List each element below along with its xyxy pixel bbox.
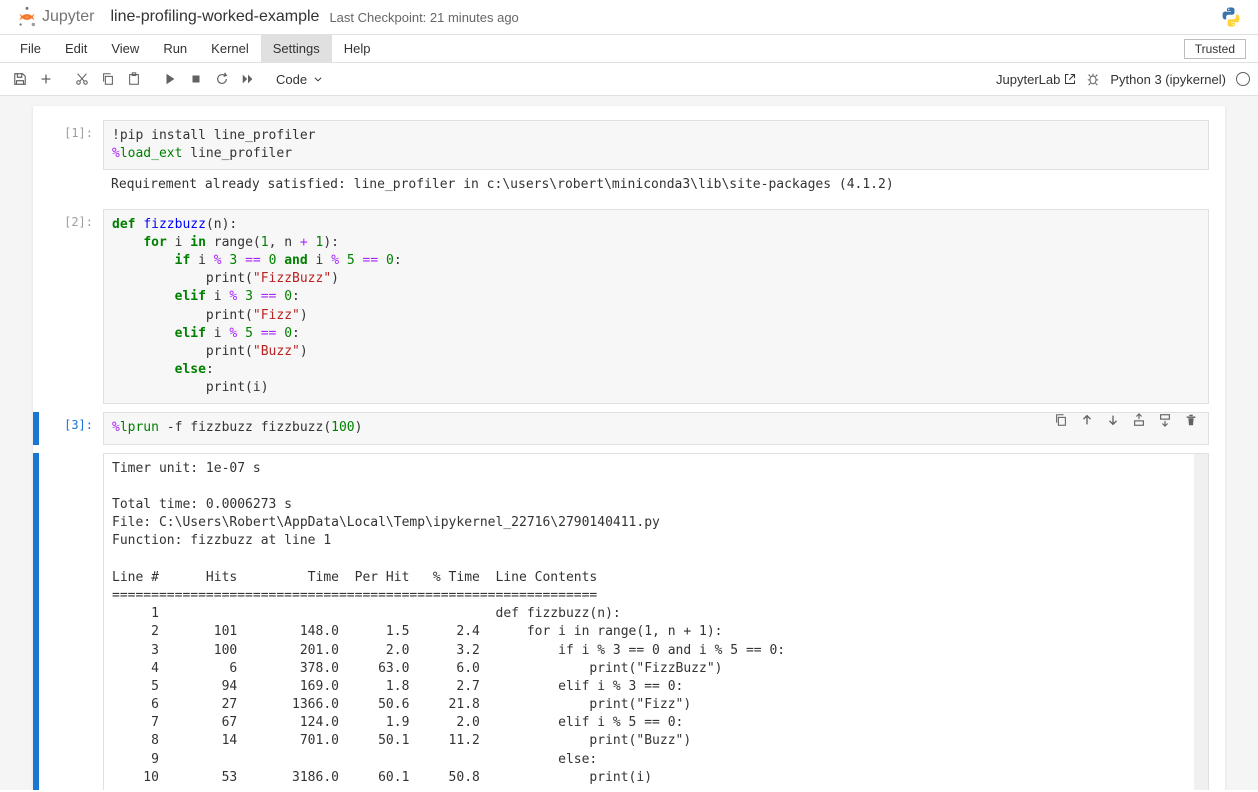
celltype-label: Code bbox=[276, 72, 307, 87]
insert-cell-button[interactable] bbox=[34, 67, 58, 91]
logo-text: Jupyter bbox=[42, 8, 94, 26]
output-wrapper: Timer unit: 1e-07 s Total time: 0.000627… bbox=[103, 453, 1209, 790]
menu-help[interactable]: Help bbox=[332, 35, 383, 62]
cell-prompt: [1]: bbox=[39, 120, 103, 201]
cell-output: Requirement already satisfied: line_prof… bbox=[103, 170, 1209, 200]
cell-input[interactable]: !pip install line_profiler %load_ext lin… bbox=[103, 120, 1209, 170]
external-link-icon bbox=[1064, 73, 1076, 85]
debug-icon[interactable] bbox=[1086, 72, 1100, 86]
notebook: [1]:!pip install line_profiler %load_ext… bbox=[33, 106, 1225, 790]
cell-body: %lprun -f fizzbuzz fizzbuzz(100) bbox=[103, 412, 1225, 444]
cell-input[interactable]: def fizzbuzz(n): for i in range(1, n + 1… bbox=[103, 209, 1209, 405]
move-down-button[interactable] bbox=[1103, 410, 1123, 430]
move-up-button[interactable] bbox=[1077, 410, 1097, 430]
cell-prompt: [2]: bbox=[39, 209, 103, 405]
kernel-name[interactable]: Python 3 (ipykernel) bbox=[1110, 72, 1226, 87]
chevron-down-icon bbox=[313, 74, 323, 84]
duplicate-cell-button[interactable] bbox=[1051, 410, 1071, 430]
interrupt-button[interactable] bbox=[184, 67, 208, 91]
toolbar: Code JupyterLab Python 3 (ipykernel) bbox=[0, 63, 1258, 96]
cell-2[interactable]: [3]:%lprun -f fizzbuzz fizzbuzz(100) bbox=[33, 410, 1225, 446]
copy-button[interactable] bbox=[96, 67, 120, 91]
paste-button[interactable] bbox=[122, 67, 146, 91]
menu-file[interactable]: File bbox=[8, 35, 53, 62]
restart-run-all-button[interactable] bbox=[236, 67, 260, 91]
menu-settings[interactable]: Settings bbox=[261, 35, 332, 62]
cell-1[interactable]: [2]:def fizzbuzz(n): for i in range(1, n… bbox=[33, 207, 1225, 407]
save-button[interactable] bbox=[8, 67, 32, 91]
delete-cell-button[interactable] bbox=[1181, 410, 1201, 430]
notebook-title[interactable]: line-profiling-worked-example bbox=[110, 8, 319, 26]
cell-output-row-2: Timer unit: 1e-07 s Total time: 0.000627… bbox=[33, 451, 1225, 790]
trusted-badge[interactable]: Trusted bbox=[1184, 39, 1246, 59]
menu-kernel[interactable]: Kernel bbox=[199, 35, 261, 62]
cut-button[interactable] bbox=[70, 67, 94, 91]
output-prompt bbox=[39, 453, 103, 790]
run-button[interactable] bbox=[158, 67, 182, 91]
notebook-area[interactable]: [1]:!pip install line_profiler %load_ext… bbox=[0, 96, 1258, 790]
checkpoint-text: Last Checkpoint: 21 minutes ago bbox=[329, 10, 518, 25]
menubar: FileEditViewRunKernelSettingsHelp Truste… bbox=[0, 35, 1258, 63]
jupyter-icon bbox=[16, 6, 38, 28]
cell-toolbar bbox=[1051, 410, 1201, 430]
menu-edit[interactable]: Edit bbox=[53, 35, 99, 62]
cell-input[interactable]: %lprun -f fizzbuzz fizzbuzz(100) bbox=[103, 412, 1209, 444]
insert-below-button[interactable] bbox=[1155, 410, 1175, 430]
output-scrollbar[interactable] bbox=[1194, 454, 1208, 790]
cell-output: Timer unit: 1e-07 s Total time: 0.000627… bbox=[104, 454, 1208, 790]
jupyterlab-link[interactable]: JupyterLab bbox=[996, 72, 1076, 87]
menu-view[interactable]: View bbox=[99, 35, 151, 62]
cell-body: !pip install line_profiler %load_ext lin… bbox=[103, 120, 1225, 201]
jupyter-logo[interactable]: Jupyter bbox=[16, 6, 94, 28]
menu-run[interactable]: Run bbox=[151, 35, 199, 62]
python-icon bbox=[1220, 6, 1242, 28]
cell-body: def fizzbuzz(n): for i in range(1, n + 1… bbox=[103, 209, 1225, 405]
insert-above-button[interactable] bbox=[1129, 410, 1149, 430]
header: Jupyter line-profiling-worked-example La… bbox=[0, 0, 1258, 35]
restart-button[interactable] bbox=[210, 67, 234, 91]
kernel-status-icon[interactable] bbox=[1236, 72, 1250, 86]
cell-body: Timer unit: 1e-07 s Total time: 0.000627… bbox=[103, 453, 1225, 790]
cell-prompt: [3]: bbox=[39, 412, 103, 444]
celltype-select[interactable]: Code bbox=[268, 70, 331, 89]
cell-0[interactable]: [1]:!pip install line_profiler %load_ext… bbox=[33, 118, 1225, 203]
